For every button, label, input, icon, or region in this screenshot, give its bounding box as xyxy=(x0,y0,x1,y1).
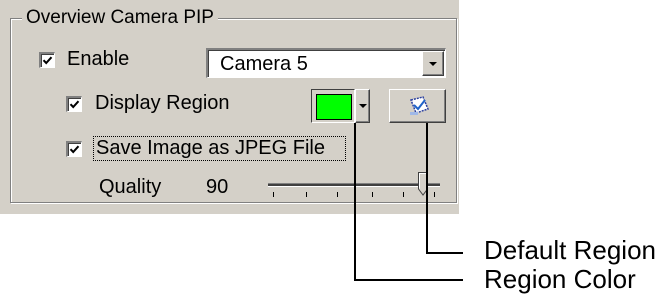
region-color-callout: Region Color xyxy=(484,264,636,294)
default-region-callout: Default Region xyxy=(484,235,656,265)
